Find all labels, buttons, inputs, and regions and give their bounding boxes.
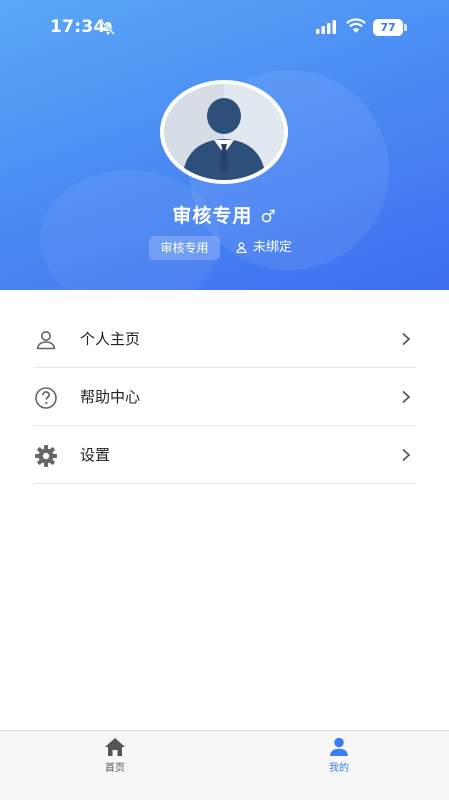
menu-item-label: 个人主页	[80, 330, 141, 348]
menu-item-personal-page[interactable]: 个人主页	[34, 310, 415, 368]
help-icon	[35, 387, 57, 409]
chevron-right-icon	[402, 448, 411, 462]
profile-name-row: 审核专用 ♂	[0, 201, 449, 228]
bottom-tab-bar: 首页 我的	[0, 730, 449, 800]
profile-username: 审核专用	[172, 205, 253, 227]
profile-header: 17:34 77 审核专用 ♂ 审核专用 未绑定	[0, 0, 449, 290]
gender-male-icon: ♂	[260, 207, 277, 227]
avatar[interactable]	[160, 80, 288, 184]
wifi-icon	[346, 18, 366, 33]
battery-tip	[404, 24, 407, 31]
person-small-icon	[236, 242, 247, 254]
status-time: 17:34	[50, 17, 106, 37]
person-icon	[36, 331, 56, 350]
tab-home[interactable]: 首页	[55, 731, 175, 800]
menu-item-label: 帮助中心	[80, 388, 141, 406]
chevron-right-icon	[402, 332, 411, 346]
cellular-signal-icon	[316, 20, 336, 34]
chevron-right-icon	[402, 390, 411, 404]
bind-status[interactable]: 未绑定	[236, 236, 292, 260]
tab-mine[interactable]: 我的	[279, 731, 399, 800]
battery-indicator: 77	[373, 19, 407, 36]
person-silhouette-icon	[182, 84, 284, 180]
menu-item-settings[interactable]: 设置	[34, 426, 415, 484]
tab-label: 我的	[329, 763, 349, 774]
status-bar: 17:34 77	[0, 0, 449, 56]
menu-item-help-center[interactable]: 帮助中心	[34, 368, 415, 426]
profile-menu: 个人主页 帮助中心 设置	[0, 310, 449, 484]
tab-label: 首页	[105, 763, 125, 774]
home-icon	[105, 738, 125, 756]
role-badge: 审核专用	[149, 236, 220, 260]
bind-status-label: 未绑定	[253, 240, 293, 255]
bell-slash-icon	[101, 21, 115, 35]
default-avatar-image	[164, 84, 284, 180]
gear-icon	[35, 445, 57, 467]
battery-level: 77	[373, 19, 403, 36]
menu-item-label: 设置	[80, 446, 111, 464]
user-icon	[330, 737, 348, 756]
